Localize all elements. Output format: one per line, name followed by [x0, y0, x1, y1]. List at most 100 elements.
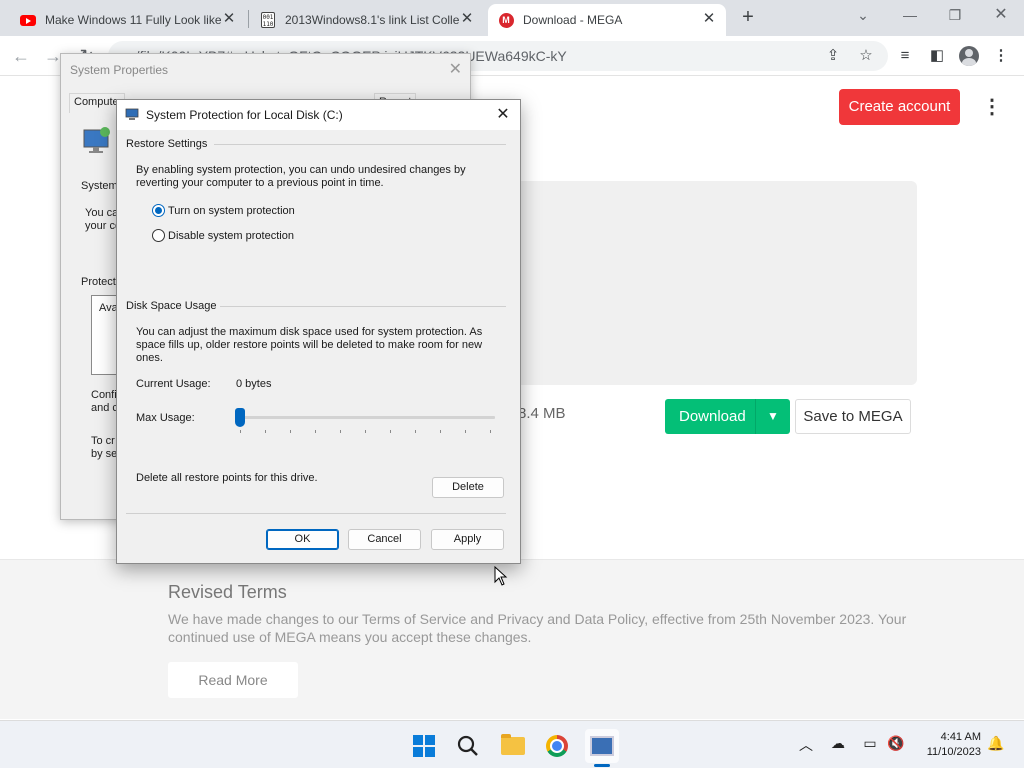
download-label: Download — [679, 408, 746, 425]
create-account-button[interactable]: Create account — [839, 89, 960, 125]
disk-description: You can adjust the maximum disk space us… — [136, 326, 483, 338]
description-text: You ca — [85, 207, 119, 219]
dialog-title: System Protection for Local Disk (C:) — [146, 108, 343, 122]
new-tab-icon[interactable]: + — [737, 6, 759, 28]
file-explorer-icon[interactable] — [496, 729, 530, 763]
bookmark-star-icon[interactable]: ☆ — [855, 45, 877, 67]
close-tab-icon[interactable]: ✕ — [458, 10, 476, 28]
delete-button[interactable]: Delete — [432, 477, 504, 498]
divider — [220, 306, 506, 307]
restore-description: By enabling system protection, you can u… — [136, 164, 466, 176]
tab-link-list[interactable]: 001 110 2013Windows8.1's link List Colle … — [250, 4, 484, 36]
download-button[interactable]: Download ▼ — [665, 399, 790, 434]
restore-icon[interactable]: ❐ — [940, 4, 970, 26]
terms-title: Revised Terms — [168, 582, 287, 602]
window-title: System Properties — [70, 63, 169, 77]
slider-tick — [440, 430, 441, 433]
max-usage-slider-thumb[interactable] — [235, 408, 245, 427]
disk-description: ones. — [136, 352, 163, 364]
chrome-icon[interactable] — [540, 729, 574, 763]
show-hidden-icons-icon[interactable]: ︿ — [796, 735, 816, 755]
tab-label: Make Windows 11 Fully Look like — [45, 13, 222, 27]
slider-tick — [365, 430, 366, 433]
radio-turn-on-protection[interactable] — [152, 204, 165, 217]
file-size: 8.4 MB — [518, 405, 566, 422]
clock-time: 4:41 AM — [940, 731, 981, 743]
radio-label[interactable]: Turn on system protection — [168, 205, 295, 218]
divider — [214, 144, 506, 145]
reading-list-icon[interactable]: ≡ — [894, 45, 916, 67]
display-icon[interactable]: ▭ — [860, 735, 880, 752]
search-icon[interactable] — [451, 729, 485, 763]
description-text: by se — [91, 448, 118, 460]
slider-tick — [390, 430, 391, 433]
system-clock[interactable]: 4:41 AM 11/10/2023 — [915, 730, 981, 760]
close-tab-icon[interactable]: ✕ — [700, 10, 718, 28]
disk-space-heading: Disk Space Usage — [126, 300, 217, 312]
description-text: and c — [91, 402, 118, 414]
chevron-down-icon[interactable]: ▼ — [755, 399, 790, 434]
share-icon[interactable]: ⇪ — [822, 45, 844, 67]
slider-tick — [340, 430, 341, 433]
ok-button[interactable]: OK — [266, 529, 339, 550]
slider-tick — [240, 430, 241, 433]
dialog-titlebar: System Protection for Local Disk (C:) ✕ — [117, 100, 520, 130]
browser-menu-icon[interactable]: ⋮ — [990, 45, 1012, 67]
close-window-icon[interactable]: ✕ — [986, 4, 1016, 26]
list-header: Ava — [99, 302, 118, 314]
network-icon[interactable]: ☁ — [828, 735, 848, 752]
tab-mega[interactable]: M Download - MEGA ✕ — [488, 4, 726, 36]
divider — [126, 513, 506, 514]
tab-label: Download - MEGA — [523, 13, 623, 27]
disk-description: space fills up, older restore points wil… — [136, 339, 483, 351]
section-label: System — [81, 180, 118, 192]
cancel-button[interactable]: Cancel — [348, 529, 421, 550]
close-tab-icon[interactable]: ✕ — [220, 10, 238, 28]
restore-settings-heading: Restore Settings — [126, 138, 208, 150]
read-more-button[interactable]: Read More — [168, 662, 298, 698]
delete-description: Delete all restore points for this drive… — [136, 472, 318, 484]
system-protection-icon — [125, 108, 139, 120]
system-properties-icon[interactable] — [585, 729, 619, 763]
slider-tick — [290, 430, 291, 433]
apply-button[interactable]: Apply — [431, 529, 504, 550]
back-icon[interactable]: ← — [10, 45, 32, 67]
tab-label: 2013Windows8.1's link List Colle — [285, 13, 460, 27]
tab-youtube[interactable]: Make Windows 11 Fully Look like ✕ — [10, 4, 246, 36]
max-usage-slider-track[interactable] — [240, 416, 495, 419]
slider-tick — [315, 430, 316, 433]
max-usage-label: Max Usage: — [136, 412, 195, 424]
description-text: To cr — [91, 435, 115, 447]
side-panel-icon[interactable]: ◧ — [926, 45, 948, 67]
start-icon[interactable] — [407, 729, 441, 763]
current-usage-label: Current Usage: — [136, 378, 211, 390]
file-preview — [470, 181, 917, 385]
slider-tick — [465, 430, 466, 433]
minimize-icon[interactable]: — — [895, 4, 925, 26]
notifications-bell-icon[interactable]: 🔔 — [986, 735, 1006, 752]
windows-taskbar: ︿ ☁ ▭ 🔇 4:41 AM 11/10/2023 🔔 — [0, 720, 1024, 768]
mouse-cursor-icon — [494, 566, 508, 586]
clock-date: 11/10/2023 — [926, 746, 981, 758]
radio-disable-protection[interactable] — [152, 229, 165, 242]
radio-label[interactable]: Disable system protection — [168, 230, 294, 243]
profile-avatar-icon[interactable] — [958, 45, 980, 67]
terms-text: We have made changes to our Terms of Ser… — [168, 611, 907, 645]
computer-icon — [83, 127, 110, 153]
close-icon[interactable]: ✕ — [492, 104, 514, 126]
volume-muted-icon[interactable]: 🔇 — [886, 735, 906, 752]
current-usage-value: 0 bytes — [236, 378, 272, 390]
tab-separator — [248, 10, 249, 28]
save-to-mega-button[interactable]: Save to MEGA — [795, 399, 911, 434]
mega-icon: M — [498, 12, 514, 28]
close-icon[interactable]: ✕ — [449, 59, 462, 79]
tab-search-icon[interactable]: ⌄ — [848, 4, 878, 26]
slider-tick — [415, 430, 416, 433]
revised-terms-banner: Revised Terms We have made changes to ou… — [0, 559, 1024, 719]
restore-description: reverting your computer to a previous po… — [136, 177, 384, 189]
page-menu-icon[interactable]: ⋮ — [982, 95, 1002, 119]
slider-tick — [265, 430, 266, 433]
section-label: Protecti — [81, 276, 119, 288]
active-app-indicator — [594, 764, 610, 767]
slider-tick — [490, 430, 491, 433]
